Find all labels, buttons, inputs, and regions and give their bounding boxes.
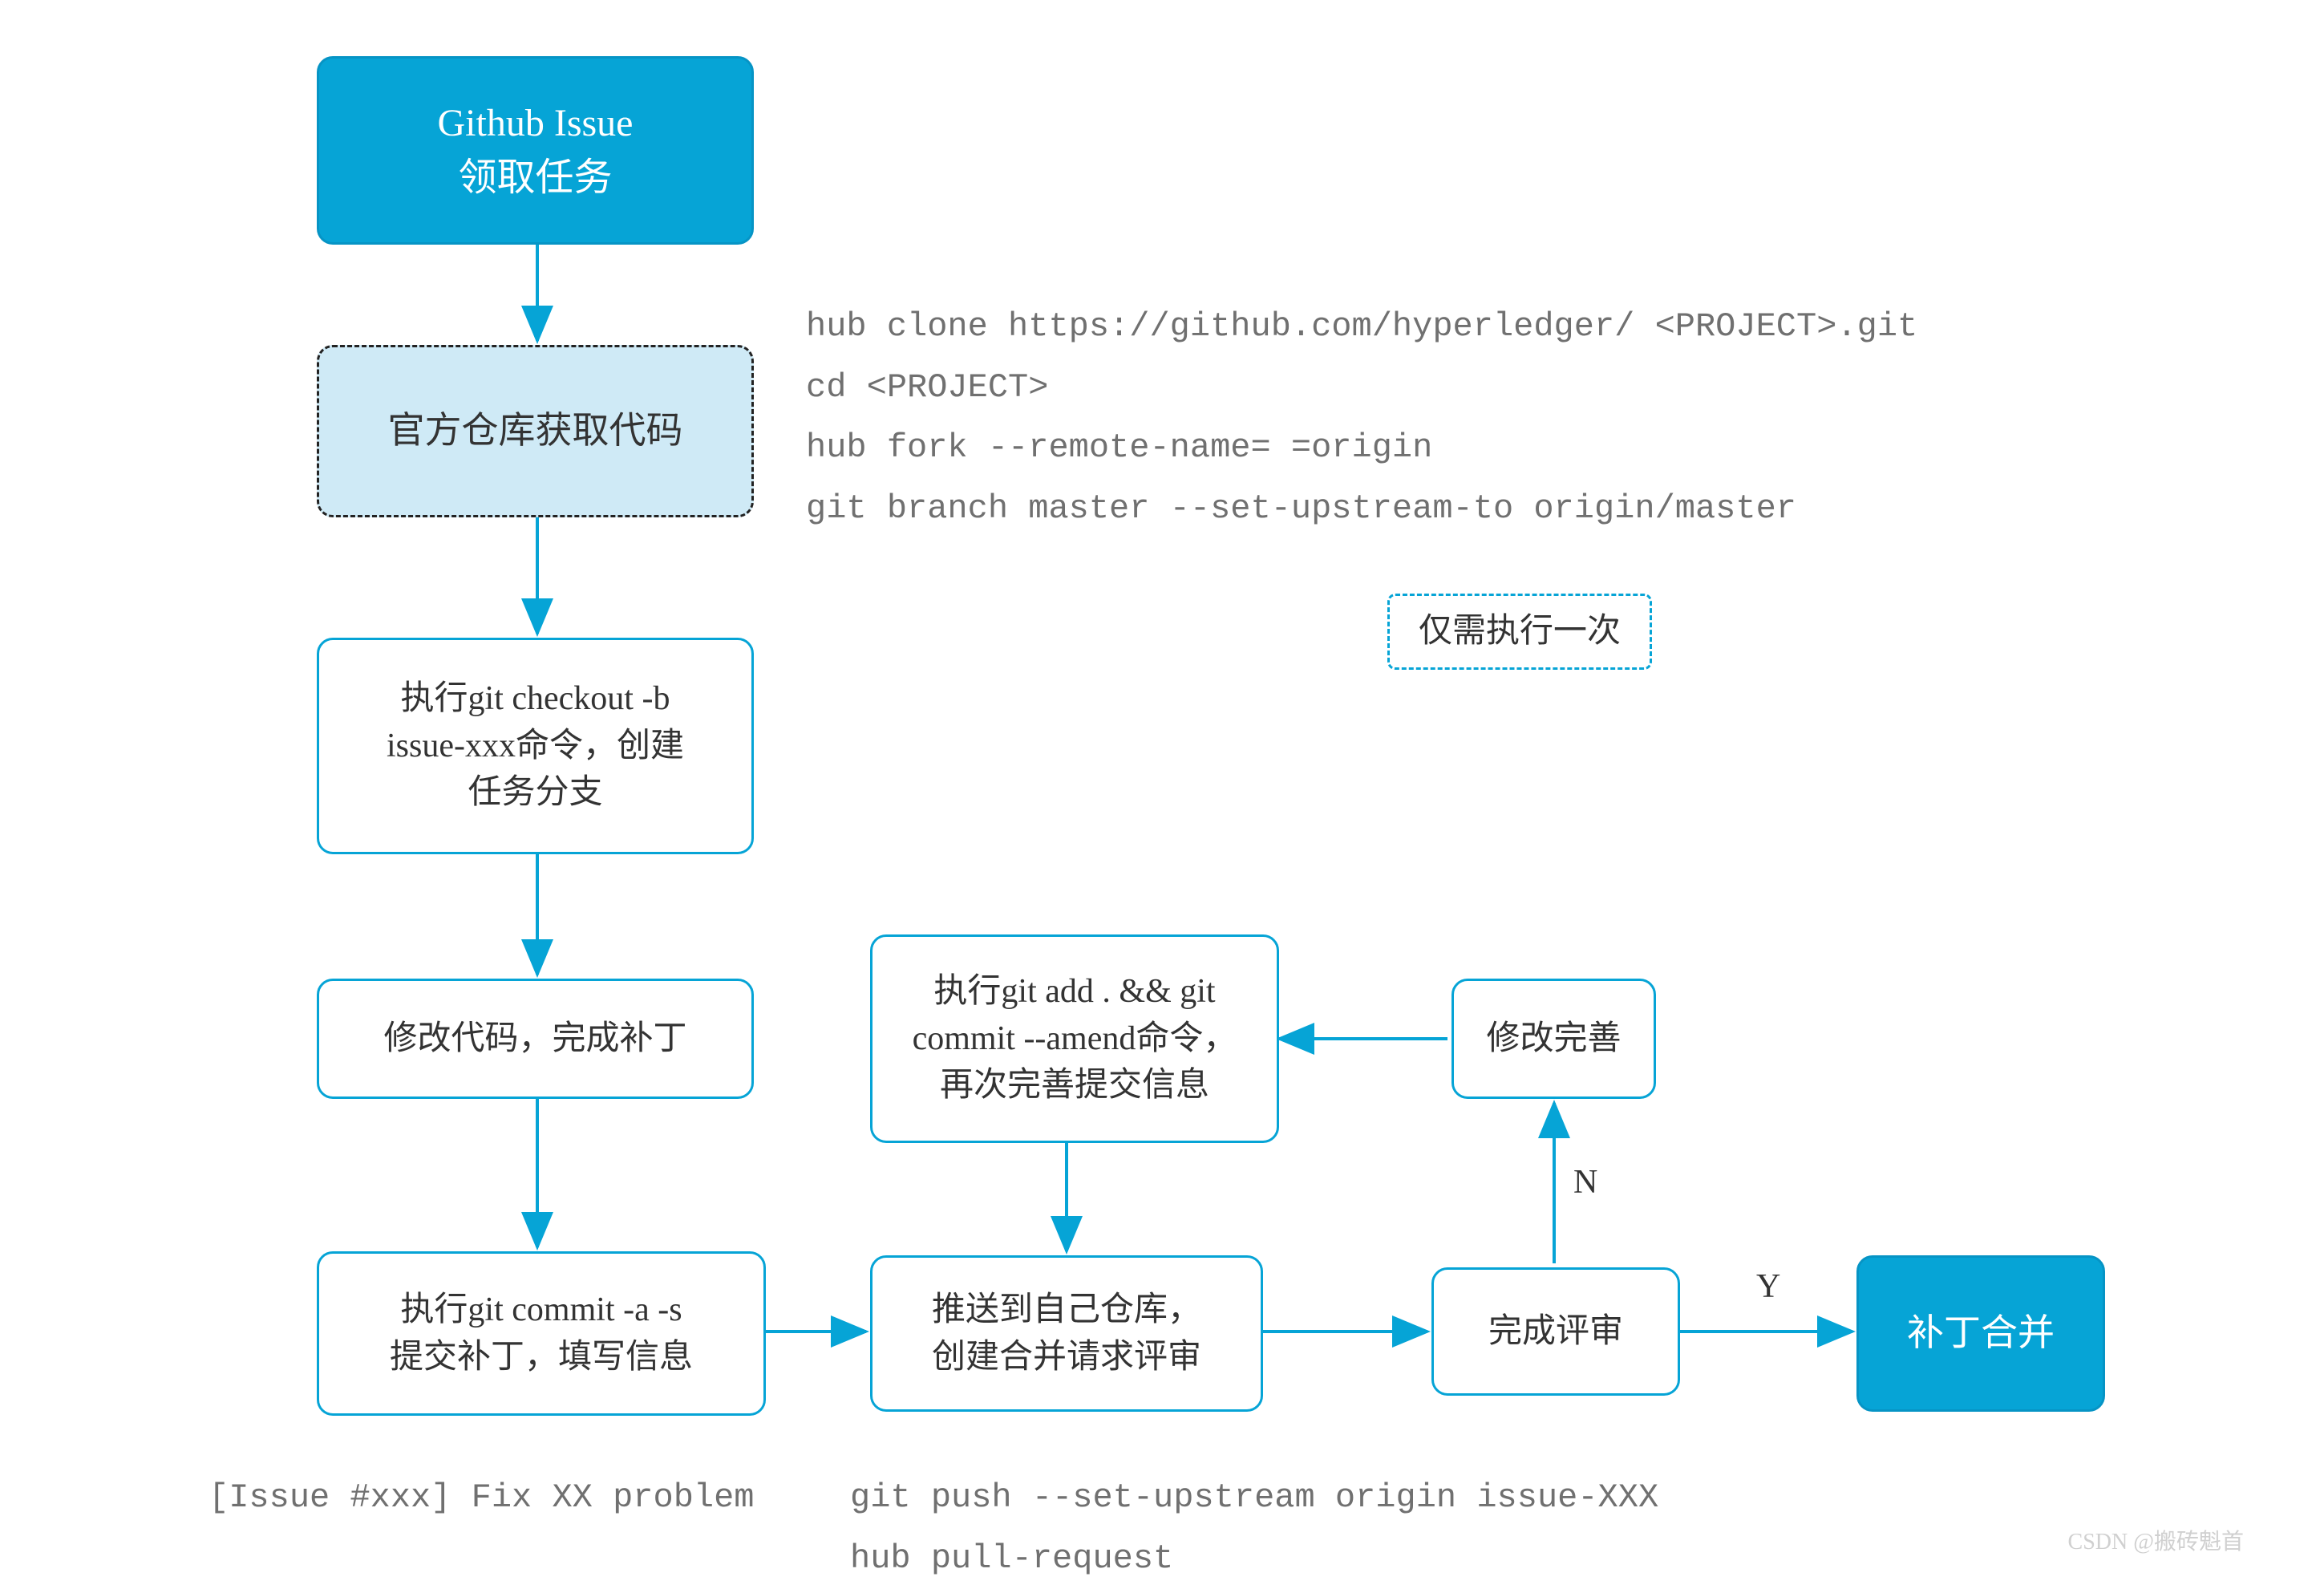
node-amend-line3: 再次完善提交信息 [913, 1062, 1237, 1109]
node-improve-text: 修改完善 [1486, 1015, 1621, 1063]
code-clone: hub clone https://github.com/hyperledger… [806, 297, 1917, 539]
node-checkout-line2: issue-xxx命令，创建 [387, 723, 684, 770]
node-merge-text: 补丁合并 [1907, 1307, 2055, 1359]
node-push-line2: 创建合并请求评审 [932, 1334, 1201, 1381]
label-y: Y [1756, 1267, 1780, 1306]
node-checkout: 执行git checkout -b issue-xxx命令，创建 任务分支 [317, 638, 754, 854]
node-push: 推送到自己仓库， 创建合并请求评审 [870, 1255, 1263, 1412]
node-review-text: 完成评审 [1488, 1308, 1623, 1356]
node-modify: 修改代码，完成补丁 [317, 979, 754, 1099]
node-review: 完成评审 [1431, 1267, 1680, 1396]
node-push-line1: 推送到自己仓库， [932, 1287, 1201, 1334]
node-fetch: 官方仓库获取代码 [317, 345, 754, 517]
node-once: 仅需执行一次 [1387, 594, 1652, 670]
node-improve: 修改完善 [1451, 979, 1656, 1099]
node-amend-line2: commit --amend命令， [913, 1015, 1237, 1063]
node-once-text: 仅需执行一次 [1419, 608, 1621, 655]
code-push: git push --set-upstream origin issue-XXX… [850, 1468, 1658, 1589]
node-commit-line1: 执行git commit -a -s [390, 1287, 693, 1334]
node-fetch-text: 官方仓库获取代码 [388, 405, 683, 456]
node-commit-line2: 提交补丁，填写信息 [390, 1334, 693, 1381]
node-start-line2: 领取任务 [438, 151, 634, 205]
watermark: CSDN @搬砖魁首 [2068, 1524, 2244, 1556]
code-issue: [Issue #xxx] Fix XX problem [209, 1468, 755, 1529]
node-merge: 补丁合并 [1856, 1255, 2105, 1412]
node-checkout-line3: 任务分支 [387, 769, 684, 817]
node-checkout-line1: 执行git checkout -b [387, 675, 684, 723]
node-modify-text: 修改代码，完成补丁 [383, 1015, 686, 1063]
node-commit: 执行git commit -a -s 提交补丁，填写信息 [317, 1251, 766, 1416]
label-n: N [1573, 1163, 1597, 1202]
node-start-line1: Github Issue [438, 96, 634, 150]
node-amend: 执行git add . && git commit --amend命令， 再次完… [870, 934, 1279, 1143]
node-start: Github Issue 领取任务 [317, 56, 754, 245]
node-amend-line1: 执行git add . && git [913, 968, 1237, 1015]
